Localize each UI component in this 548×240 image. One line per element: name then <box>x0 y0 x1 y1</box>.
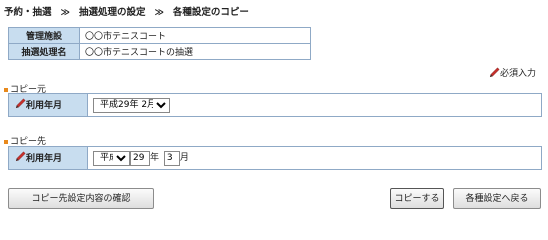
year-input[interactable] <box>130 150 150 166</box>
month-unit: 月 <box>179 153 189 164</box>
pencil-icon <box>489 66 500 81</box>
facility-value: 〇〇市テニスコート <box>79 27 311 44</box>
back-button[interactable]: 各種設定へ戻る <box>453 188 541 209</box>
table-row: 利用年月 平成29年 2月 <box>8 93 542 117</box>
copy-dest-field-label: 利用年月 <box>26 153 63 164</box>
era-select[interactable]: 平成 <box>93 150 130 166</box>
copy-source-field-label: 利用年月 <box>26 100 63 111</box>
lottery-name-value: 〇〇市テニスコートの抽選 <box>79 43 311 60</box>
month-input[interactable] <box>163 150 180 166</box>
copy-button[interactable]: コピーする <box>390 188 444 209</box>
copy-source-month-select[interactable]: 平成29年 2月 <box>93 97 170 113</box>
breadcrumb-item-lottery-settings[interactable]: 抽選処理の設定 <box>79 7 146 18</box>
pencil-icon <box>15 151 26 165</box>
required-note: 必須入力 <box>489 66 536 81</box>
copy-dest-field-cell: 平成 年 月 <box>87 146 542 170</box>
facility-label: 管理施設 <box>8 27 80 44</box>
lottery-name-label: 抽選処理名 <box>8 43 80 60</box>
breadcrumb-separator: ≫ <box>60 8 70 18</box>
table-row: 利用年月 平成 年 月 <box>8 146 542 170</box>
copy-source-table: 利用年月 平成29年 2月 <box>8 93 542 117</box>
section-marker-icon <box>4 87 8 92</box>
pencil-icon <box>15 98 26 112</box>
copy-source-field-header: 利用年月 <box>8 93 88 117</box>
year-unit: 年 <box>150 153 160 164</box>
required-note-label: 必須入力 <box>499 69 536 79</box>
copy-dest-table: 利用年月 平成 年 月 <box>8 146 542 170</box>
copy-source-field-cell: 平成29年 2月 <box>87 93 542 117</box>
table-row: 抽選処理名 〇〇市テニスコートの抽選 <box>8 43 311 60</box>
confirm-settings-button[interactable]: コピー先設定内容の確認 <box>8 188 154 209</box>
breadcrumb-item-current: 各種設定のコピー <box>172 7 249 18</box>
breadcrumb: 予約・抽選 ≫ 抽選処理の設定 ≫ 各種設定のコピー <box>4 4 249 18</box>
breadcrumb-separator: ≫ <box>154 8 164 18</box>
section-marker-icon <box>4 139 8 144</box>
info-table: 管理施設 〇〇市テニスコート 抽選処理名 〇〇市テニスコートの抽選 <box>8 27 311 60</box>
breadcrumb-item-reservation[interactable]: 予約・抽選 <box>4 7 52 18</box>
table-row: 管理施設 〇〇市テニスコート <box>8 27 311 44</box>
copy-dest-field-header: 利用年月 <box>8 146 88 170</box>
